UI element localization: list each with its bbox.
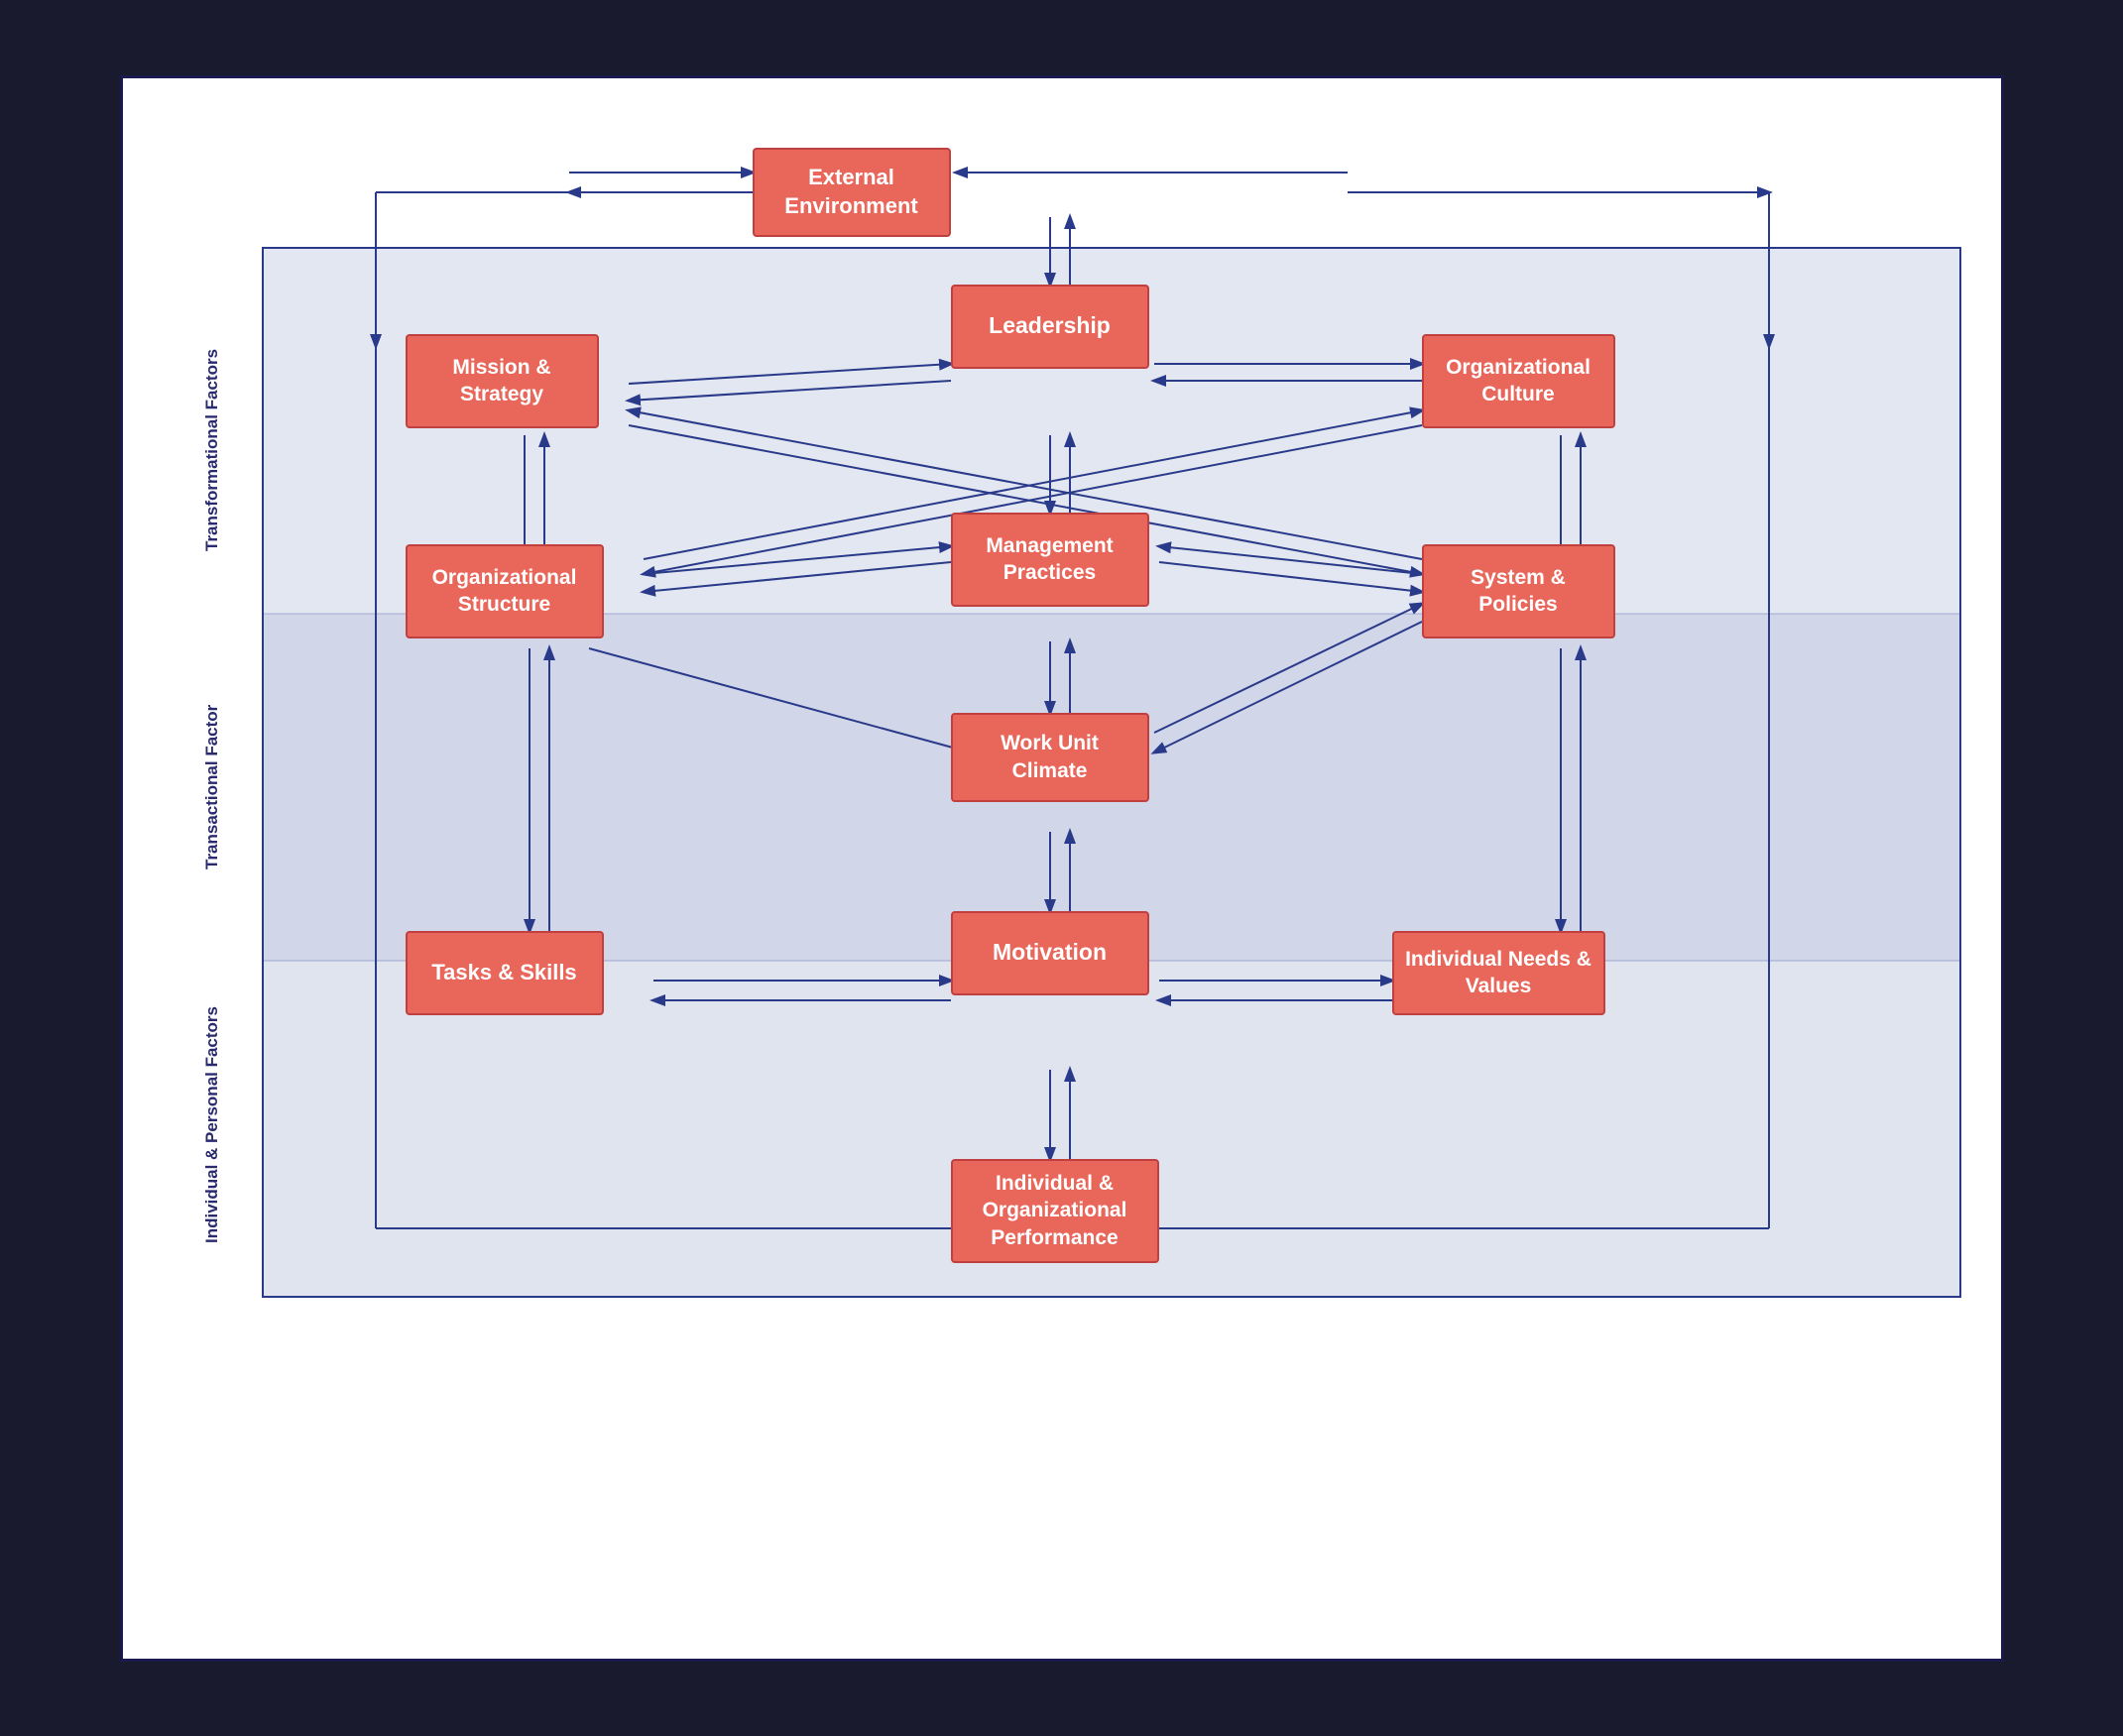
individual-needs-node: Individual Needs &Values	[1392, 931, 1605, 1015]
transactional-label: Transactional Factor	[202, 634, 257, 941]
systems-policies-node: System &Policies	[1422, 544, 1615, 638]
outer-frame: Transformational Factors Transactional F…	[120, 75, 2004, 1662]
external-env-node: ExternalEnvironment	[753, 148, 951, 237]
performance-node: Individual &OrganizationalPerformance	[951, 1159, 1159, 1263]
org-structure-node: OrganizationalStructure	[406, 544, 604, 638]
motivation-node: Motivation	[951, 911, 1149, 995]
mission-strategy-node: Mission &Strategy	[406, 334, 599, 428]
transformational-label: Transformational Factors	[202, 291, 257, 609]
management-practices-node: ManagementPractices	[951, 513, 1149, 607]
individual-label: Individual & Personal Factors	[202, 971, 257, 1278]
work-unit-climate-node: Work UnitClimate	[951, 713, 1149, 802]
org-culture-node: OrganizationalCulture	[1422, 334, 1615, 428]
diagram-container: Transformational Factors Transactional F…	[202, 118, 1961, 1619]
tasks-skills-node: Tasks & Skills	[406, 931, 604, 1015]
leadership-node: Leadership	[951, 285, 1149, 369]
